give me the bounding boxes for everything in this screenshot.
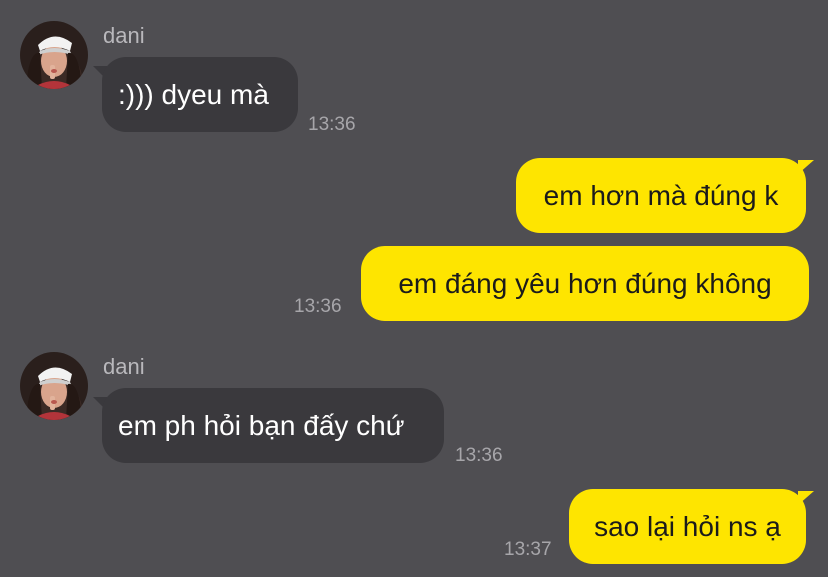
- profile-photo-icon: [20, 352, 88, 420]
- sender-name: dani: [103, 23, 145, 48]
- message-timestamp: 13:36: [308, 114, 356, 135]
- profile-photo-icon: [20, 21, 88, 89]
- sender-name: dani: [103, 354, 145, 379]
- chat-conversation: dani :))) dyeu mà 13:36 em hơn mà đúng k…: [0, 0, 828, 577]
- message-timestamp: 13:36: [294, 296, 342, 317]
- message-bubble-outgoing[interactable]: sao lại hỏi ns ạ: [569, 489, 806, 564]
- message-bubble-outgoing[interactable]: em hơn mà đúng k: [516, 158, 806, 233]
- message-bubble-outgoing[interactable]: em đáng yêu hơn đúng không: [361, 246, 809, 321]
- message-bubble-incoming[interactable]: :))) dyeu mà: [102, 57, 298, 132]
- bubble-tail: [798, 160, 814, 174]
- message-timestamp: 13:36: [455, 445, 503, 466]
- bubble-tail: [798, 491, 814, 505]
- avatar[interactable]: [20, 352, 88, 420]
- avatar[interactable]: [20, 21, 88, 89]
- message-timestamp: 13:37: [504, 539, 552, 560]
- message-bubble-incoming[interactable]: em ph hỏi bạn đấy chứ: [102, 388, 444, 463]
